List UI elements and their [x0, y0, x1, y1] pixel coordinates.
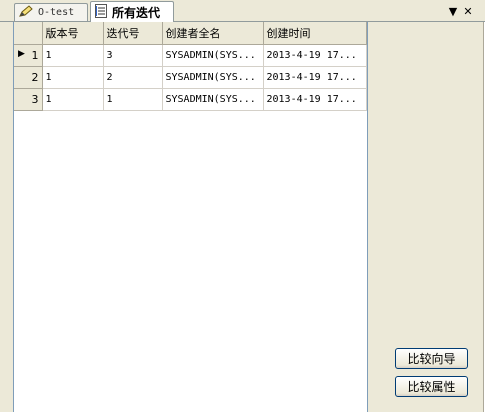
row-index: 2 [31, 70, 39, 84]
row-index: 3 [31, 92, 39, 106]
cell-iteration[interactable]: 2 [103, 66, 163, 89]
cell-creator[interactable]: SYSADMIN(SYS... [162, 88, 264, 111]
dropdown-arrow-icon[interactable]: ▼ [446, 4, 460, 18]
pencil-icon [19, 5, 33, 20]
cell-created-time[interactable]: 2013-4-19 17... [263, 88, 367, 111]
row-header[interactable]: ▶ 1 [14, 44, 43, 67]
column-header-version[interactable]: 版本号 [42, 22, 104, 45]
grid-corner [14, 22, 43, 45]
tab-label: O-test [38, 7, 75, 18]
cell-iteration[interactable]: 3 [103, 44, 163, 67]
tab-all-iterations[interactable]: 所有迭代 [90, 1, 174, 22]
row-index: 1 [31, 48, 39, 62]
cell-creator[interactable]: SYSADMIN(SYS... [162, 44, 264, 67]
tab-label: 所有迭代 [112, 5, 161, 20]
cell-version[interactable]: 1 [42, 66, 104, 89]
close-icon[interactable]: ✕ [461, 4, 475, 18]
row-header[interactable]: 2 [14, 66, 43, 89]
iterations-grid[interactable]: 版本号 迭代号 创建者全名 创建时间 ▶ 1 1 3 SYSADMIN(SYS..… [13, 22, 368, 412]
cell-created-time[interactable]: 2013-4-19 17... [263, 44, 367, 67]
tab-bar: O-test 所有迭代 ▼ ✕ [0, 0, 485, 22]
table-row[interactable]: 3 1 1 SYSADMIN(SYS... 2013-4-19 17... [14, 88, 367, 111]
column-header-created-time[interactable]: 创建时间 [263, 22, 367, 45]
cell-version[interactable]: 1 [42, 88, 104, 111]
cell-created-time[interactable]: 2013-4-19 17... [263, 66, 367, 89]
grid-header-row: 版本号 迭代号 创建者全名 创建时间 [14, 22, 367, 45]
column-header-iteration[interactable]: 迭代号 [103, 22, 163, 45]
cell-version[interactable]: 1 [42, 44, 104, 67]
table-row[interactable]: ▶ 1 1 3 SYSADMIN(SYS... 2013-4-19 17... [14, 44, 367, 67]
list-icon [95, 3, 107, 21]
cell-iteration[interactable]: 1 [103, 88, 163, 111]
table-row[interactable]: 2 1 2 SYSADMIN(SYS... 2013-4-19 17... [14, 66, 367, 89]
column-header-creator[interactable]: 创建者全名 [162, 22, 264, 45]
cell-creator[interactable]: SYSADMIN(SYS... [162, 66, 264, 89]
row-header[interactable]: 3 [14, 88, 43, 111]
tab-o-test[interactable]: O-test [14, 3, 88, 21]
compare-wizard-button[interactable]: 比较向导 [395, 348, 468, 369]
current-row-arrow-icon: ▶ [18, 48, 25, 59]
compare-properties-button[interactable]: 比较属性 [395, 376, 468, 397]
